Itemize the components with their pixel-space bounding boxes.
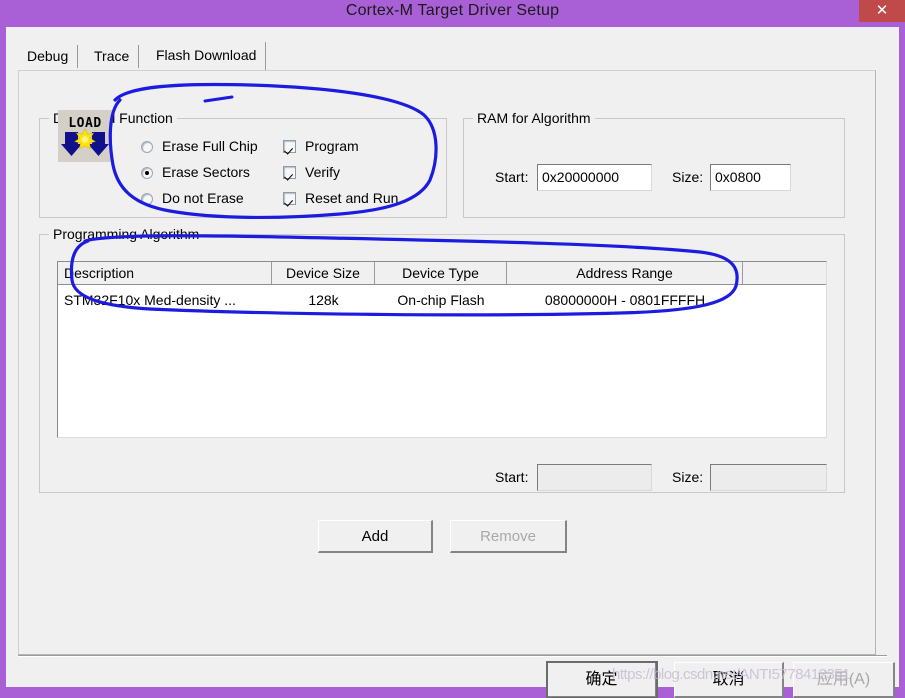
radio-erase-full-chip[interactable]: Erase Full Chip: [141, 138, 258, 154]
radio-do-not-erase[interactable]: Do not Erase: [141, 190, 244, 206]
dialog-window: Cortex-M Target Driver Setup ✕ Debug Tra…: [0, 0, 905, 698]
table-header-row: Description Device Size Device Type Addr…: [58, 262, 826, 285]
checkbox-reset-and-run-label: Reset and Run: [305, 190, 399, 206]
cell-device-type: On-chip Flash: [397, 292, 485, 308]
column-header-device-type[interactable]: Device Type: [375, 262, 507, 284]
algorithm-size-label: Size:: [672, 469, 704, 485]
checkbox-indicator: [283, 166, 296, 179]
checkbox-program[interactable]: Program: [283, 138, 359, 154]
checkbox-reset-and-run[interactable]: Reset and Run: [283, 190, 398, 206]
tab-panel-flash-download: Download Function Erase Full Chip Erase …: [18, 70, 876, 655]
title-bar: Cortex-M Target Driver Setup ✕: [0, 0, 905, 27]
cell-address-range: 08000000H - 0801FFFFH: [544, 292, 706, 308]
remove-button: Remove: [450, 520, 567, 553]
checkbox-program-label: Program: [305, 138, 359, 154]
programming-algorithm-table[interactable]: Description Device Size Device Type Addr…: [57, 261, 827, 438]
ram-size-input[interactable]: 0x0800: [710, 164, 791, 191]
radio-erase-full-chip-label: Erase Full Chip: [162, 138, 258, 154]
radio-indicator: [141, 193, 153, 205]
column-header-blank[interactable]: [743, 262, 826, 284]
radio-indicator: [141, 167, 153, 179]
checkbox-indicator: [283, 140, 296, 153]
tab-debug[interactable]: Debug: [18, 45, 79, 68]
tab-trace[interactable]: Trace: [85, 45, 140, 68]
checkbox-verify-label: Verify: [305, 164, 341, 180]
add-button-label: Add: [361, 528, 389, 545]
checkbox-indicator: [283, 192, 296, 205]
column-header-device-size[interactable]: Device Size: [272, 262, 375, 284]
add-button[interactable]: Add: [318, 520, 433, 553]
group-ram-for-algorithm-title: RAM for Algorithm: [473, 110, 595, 126]
radio-erase-sectors[interactable]: Erase Sectors: [141, 164, 250, 180]
radio-do-not-erase-label: Do not Erase: [162, 190, 244, 206]
window-title: Cortex-M Target Driver Setup: [345, 2, 560, 19]
group-programming-algorithm-title: Programming Algorithm: [49, 226, 204, 242]
remove-button-label: Remove: [480, 528, 536, 545]
algorithm-size-input[interactable]: [710, 464, 827, 491]
cell-description: STM32F10x Med-density ...: [64, 292, 236, 308]
radio-erase-sectors-label: Erase Sectors: [162, 164, 250, 180]
checkbox-verify[interactable]: Verify: [283, 164, 340, 180]
dialog-client-area: Debug Trace Flash Download Download Func…: [6, 27, 899, 698]
ram-start-label: Start:: [495, 169, 529, 185]
cell-device-size: 128k: [308, 292, 339, 308]
algorithm-start-input[interactable]: [537, 464, 652, 491]
ram-size-label: Size:: [672, 169, 704, 185]
ram-start-input[interactable]: 0x20000000: [537, 164, 652, 191]
bottom-separator: [18, 655, 887, 657]
algorithm-start-label: Start:: [495, 469, 529, 485]
column-header-description[interactable]: Description: [58, 262, 272, 284]
column-header-address-range[interactable]: Address Range: [507, 262, 743, 284]
watermark-text: https://blog.csdn.net/ANTI5778412351: [612, 666, 851, 683]
radio-indicator: [141, 141, 153, 153]
tab-flash-download[interactable]: Flash Download: [147, 42, 267, 70]
close-icon[interactable]: ✕: [859, 0, 905, 22]
load-icon: LOAD: [58, 110, 112, 162]
